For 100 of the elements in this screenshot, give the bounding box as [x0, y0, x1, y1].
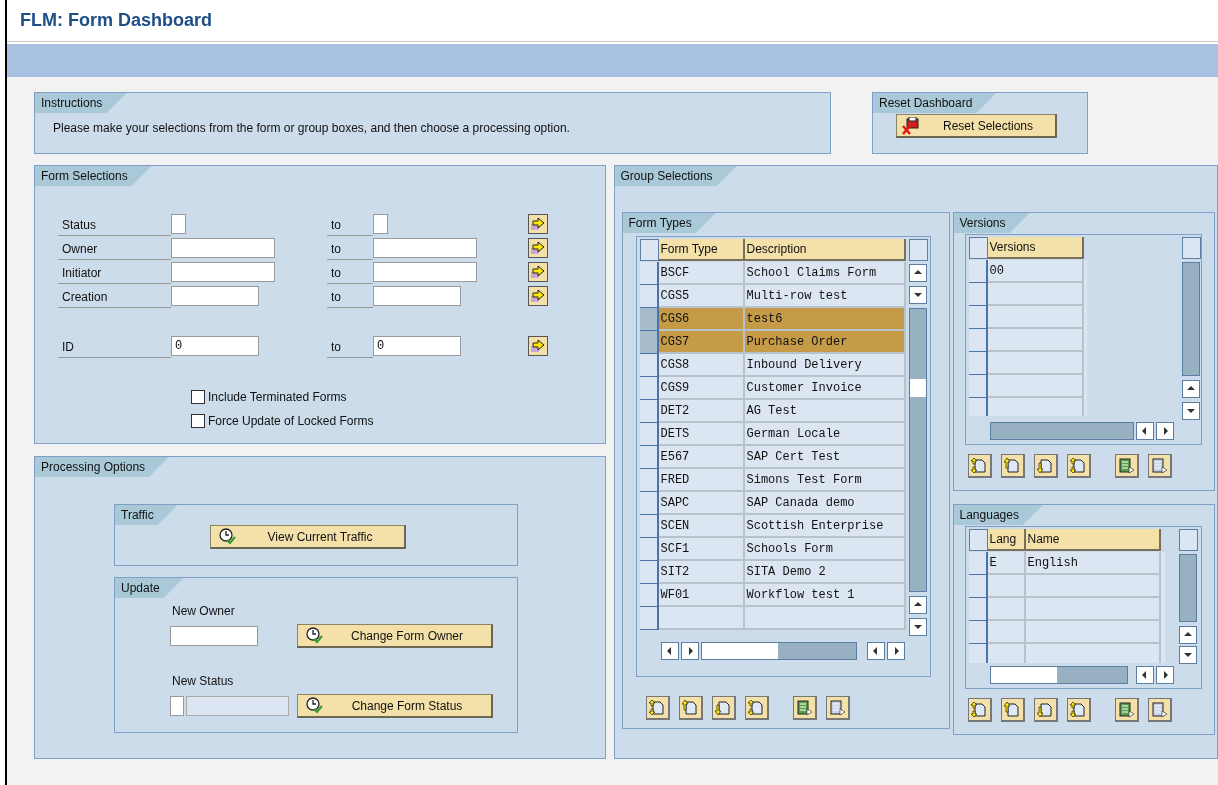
checkbox[interactable]: [191, 414, 205, 428]
table-row[interactable]: 00: [968, 260, 1087, 283]
scroll-down-button[interactable]: [908, 286, 927, 304]
scroll-up-button[interactable]: [908, 596, 927, 614]
row-selector[interactable]: [639, 308, 659, 331]
table-row[interactable]: BSCF School Claims Form: [639, 262, 906, 285]
column-settings-cell[interactable]: [1181, 237, 1201, 259]
toolbar-button[interactable]: [1066, 454, 1091, 478]
row-selector[interactable]: [639, 377, 659, 400]
row-selector[interactable]: [639, 469, 659, 492]
toolbar-button[interactable]: [744, 696, 769, 720]
scrollbar-track[interactable]: [1181, 262, 1200, 376]
scroll-right-button[interactable]: [1155, 422, 1174, 440]
column-settings-cell[interactable]: [1178, 529, 1198, 551]
toolbar-button[interactable]: [792, 696, 817, 720]
input-field[interactable]: [171, 286, 259, 306]
table-row[interactable]: CGS5 Multi-row test: [639, 285, 906, 308]
row-selector[interactable]: [639, 607, 659, 630]
column-header[interactable]: Description: [744, 239, 906, 261]
row-selector[interactable]: [639, 423, 659, 446]
scroll-right-button[interactable]: [886, 642, 905, 660]
action-button[interactable]: Change Form Status: [297, 694, 493, 718]
input-field[interactable]: [170, 626, 258, 646]
row-selector[interactable]: [968, 552, 988, 575]
row-selector[interactable]: [639, 584, 659, 607]
table-row[interactable]: CGS6 test6: [639, 308, 906, 331]
row-selector[interactable]: [639, 354, 659, 377]
row-selector[interactable]: [639, 561, 659, 584]
table-row[interactable]: E English: [968, 552, 1165, 575]
table-row[interactable]: SAPC SAP Canada demo: [639, 492, 906, 515]
action-button[interactable]: Change Form Owner: [297, 624, 493, 648]
scrollbar-track[interactable]: [1178, 554, 1197, 622]
action-button[interactable]: View Current Traffic: [210, 525, 406, 549]
multiple-selection-button[interactable]: [528, 214, 548, 234]
column-header[interactable]: Versions: [987, 237, 1084, 259]
table-row[interactable]: DETS German Locale: [639, 423, 906, 446]
row-selector[interactable]: [968, 260, 988, 283]
table-row[interactable]: CGS8 Inbound Delivery: [639, 354, 906, 377]
multiple-selection-button[interactable]: [528, 286, 548, 306]
column-header[interactable]: Lang: [987, 529, 1026, 551]
scroll-up-button[interactable]: [908, 264, 927, 282]
table-row[interactable]: FRED Simons Test Form: [639, 469, 906, 492]
input-field[interactable]: [171, 238, 275, 258]
toolbar-button[interactable]: [1147, 454, 1172, 478]
table-row[interactable]: WF01 Workflow test 1: [639, 584, 906, 607]
toolbar-button[interactable]: [1114, 698, 1139, 722]
toolbar-button[interactable]: [1033, 454, 1058, 478]
table-row[interactable]: SCEN Scottish Enterprise: [639, 515, 906, 538]
checkbox[interactable]: [191, 390, 205, 404]
scroll-right-button[interactable]: [680, 642, 699, 660]
multiple-selection-button[interactable]: [528, 238, 548, 258]
scroll-up-button[interactable]: [1178, 626, 1197, 644]
table-row[interactable]: CGS7 Purchase Order: [639, 331, 906, 354]
input-field[interactable]: [373, 238, 477, 258]
scroll-down-button[interactable]: [908, 618, 927, 636]
toolbar-button[interactable]: [645, 696, 670, 720]
input-field[interactable]: [171, 214, 186, 234]
row-selector[interactable]: [639, 492, 659, 515]
toolbar-button[interactable]: [711, 696, 736, 720]
input-field[interactable]: [373, 262, 477, 282]
table-row[interactable]: SIT2 SITA Demo 2: [639, 561, 906, 584]
scroll-right-button[interactable]: [1155, 666, 1174, 684]
input-field[interactable]: [171, 262, 275, 282]
input-field[interactable]: [373, 286, 461, 306]
scrollbar-track[interactable]: [989, 666, 1128, 684]
table-row[interactable]: E567 SAP Cert Test: [639, 446, 906, 469]
row-selector[interactable]: [639, 331, 659, 354]
scrollbar-track[interactable]: [908, 308, 927, 592]
toolbar-button[interactable]: [1033, 698, 1058, 722]
row-selector[interactable]: [639, 538, 659, 561]
row-selector[interactable]: [639, 285, 659, 308]
select-all-cell[interactable]: [639, 239, 659, 261]
input-field[interactable]: 0: [373, 336, 461, 356]
scroll-left-button[interactable]: [866, 642, 885, 660]
row-selector[interactable]: [639, 515, 659, 538]
toolbar-button[interactable]: [1066, 698, 1091, 722]
toolbar-button[interactable]: [825, 696, 850, 720]
input-field[interactable]: [170, 696, 184, 716]
column-header[interactable]: Name: [1025, 529, 1161, 551]
table-row[interactable]: SCF1 Schools Form: [639, 538, 906, 561]
input-field[interactable]: 0: [171, 336, 259, 356]
select-all-cell[interactable]: [968, 529, 988, 551]
toolbar-button[interactable]: [678, 696, 703, 720]
toolbar-button[interactable]: [1000, 454, 1025, 478]
column-header[interactable]: Form Type: [658, 239, 745, 261]
input-field[interactable]: [373, 214, 388, 234]
scroll-left-button[interactable]: [1135, 422, 1154, 440]
multiple-selection-button[interactable]: [528, 262, 548, 282]
column-settings-cell[interactable]: [908, 239, 928, 261]
select-all-cell[interactable]: [968, 237, 988, 259]
multiple-selection-button[interactable]: [528, 336, 548, 356]
toolbar-button[interactable]: [1000, 698, 1025, 722]
reset-selections-button[interactable]: Reset Selections: [896, 114, 1057, 138]
toolbar-button[interactable]: [967, 454, 992, 478]
toolbar-button[interactable]: [1114, 454, 1139, 478]
scroll-left-button[interactable]: [660, 642, 679, 660]
toolbar-button[interactable]: [967, 698, 992, 722]
table-row[interactable]: CGS9 Customer Invoice: [639, 377, 906, 400]
scroll-down-button[interactable]: [1181, 402, 1200, 420]
row-selector[interactable]: [639, 446, 659, 469]
